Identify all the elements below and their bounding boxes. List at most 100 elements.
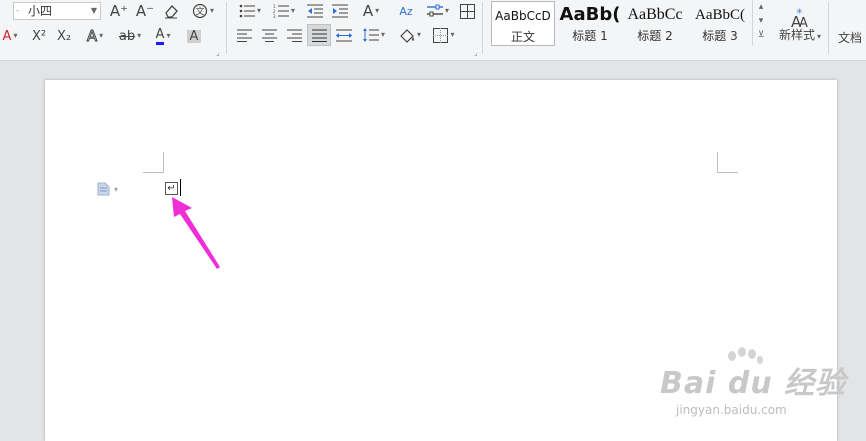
font-size-select[interactable]: - 小四 ▼ [13, 2, 101, 20]
distribute-icon [336, 29, 352, 41]
chevron-down-icon: ▾ [256, 6, 261, 15]
numbered-list-icon: 123 [273, 4, 289, 18]
borders-button[interactable]: ▾ [430, 25, 458, 45]
style-normal[interactable]: AaBbCcD 正文 [491, 1, 555, 46]
style-name: 标题 3 [702, 29, 738, 43]
asian-layout-icon: A [362, 1, 374, 20]
chevron-down-icon: ▾ [416, 30, 421, 39]
baidu-watermark: Bai du 经验 jingyan.baidu.com [660, 346, 860, 426]
font-name-fragment: - [16, 6, 20, 16]
clear-format-button[interactable] [160, 1, 182, 21]
highlight-button[interactable]: ab ▾ [116, 26, 144, 46]
chevron-down-icon: ▾ [450, 30, 455, 39]
show-hide-marks-icon [426, 4, 443, 17]
style-sample: AaBb( [559, 4, 621, 25]
numbering-button[interactable]: 1 2 3 ▾ [270, 1, 298, 21]
paint-bucket-icon [400, 28, 414, 43]
subscript-button[interactable]: X₂ [53, 26, 75, 46]
text-effect-button[interactable]: A ▾ [82, 26, 108, 46]
scroll-up-icon[interactable]: ▴ [753, 0, 769, 14]
align-right-icon [286, 29, 302, 42]
table-grid-icon [459, 3, 475, 19]
justify-icon [311, 29, 327, 42]
phonetic-guide-icon: 文 [192, 3, 208, 19]
table-button[interactable] [457, 1, 477, 21]
superscript-button[interactable]: X² [28, 26, 50, 46]
style-sample: AaBbC( [695, 7, 745, 23]
text-effect-icon: A [86, 26, 98, 45]
divider [482, 2, 483, 54]
distribute-button[interactable] [334, 25, 354, 45]
watermark-url: jingyan.baidu.com [676, 403, 787, 417]
style-heading-3[interactable]: AaBbC( 标题 3 [688, 1, 752, 46]
style-sample: AaBbCc [627, 6, 683, 23]
chevron-down-icon: ▾ [99, 31, 104, 40]
shrink-font-button[interactable]: A⁻ [134, 1, 156, 21]
style-gallery: AaBbCcD 正文 AaBb( 标题 1 AaBbCc 标题 2 AaBbC(… [488, 0, 768, 48]
new-style-icon: AA✳ [791, 7, 808, 29]
line-spacing-button[interactable]: ▾ [360, 25, 388, 45]
style-name: 正文 [510, 30, 535, 44]
font-color-button[interactable]: A ▾ [150, 26, 176, 46]
chevron-down-icon: ▾ [166, 31, 171, 40]
align-center-button[interactable] [259, 25, 279, 45]
indent-icon [332, 4, 348, 18]
chevron-down-icon: ▾ [13, 31, 18, 40]
font-case-button[interactable]: A ▾ [0, 26, 20, 46]
style-sample: AaBbCcD [495, 9, 551, 23]
show-hide-button[interactable]: ▾ [424, 1, 452, 21]
shading-button[interactable]: ▾ [396, 25, 424, 45]
shrink-font-icon: A⁻ [135, 1, 155, 20]
style-name: 标题 2 [637, 29, 673, 43]
char-shading-icon: A [186, 29, 202, 43]
align-right-button[interactable] [284, 25, 304, 45]
chevron-down-icon: ▼ [90, 6, 97, 15]
margin-corner-top-left [143, 152, 164, 173]
margin-corner-top-right [717, 152, 738, 173]
chevron-down-icon: ▾ [817, 32, 822, 41]
grow-font-button[interactable]: A⁺ [108, 1, 130, 21]
doc-tools-label: 文档 [838, 31, 863, 45]
chevron-down-icon: ▾ [444, 6, 449, 15]
decrease-indent-button[interactable] [305, 1, 325, 21]
chevron-down-icon: ▾ [114, 184, 119, 194]
paragraph-layout-button[interactable]: ▾ [97, 181, 127, 197]
asian-layout-button[interactable]: A ▾ [356, 1, 386, 21]
outdent-icon [307, 4, 323, 18]
align-center-icon [261, 29, 277, 42]
char-shading-button[interactable]: A [184, 26, 204, 46]
font-dialog-launcher-icon[interactable]: ⌟ [216, 48, 220, 57]
scroll-down-icon[interactable]: ▾ [753, 14, 769, 28]
sort-button[interactable]: Az [396, 1, 416, 21]
gallery-scroll[interactable]: ▴ ▾ ⊻ [752, 0, 769, 46]
eraser-icon [165, 5, 178, 19]
new-style-label: 新样式 [778, 28, 815, 42]
bullets-button[interactable]: ▾ [236, 1, 264, 21]
line-spacing-icon [362, 28, 379, 42]
borders-icon [433, 27, 449, 43]
new-style-button[interactable]: A A ✳ 新样式 ▾ [778, 2, 822, 46]
watermark-brand: Bai du 经验 [660, 366, 847, 401]
bullet-list-icon [239, 4, 255, 18]
font-color-icon: A [155, 27, 165, 45]
divider [226, 2, 227, 54]
align-left-button[interactable] [234, 25, 254, 45]
doc-tools-button[interactable]: 文档 [838, 28, 866, 48]
chevron-down-icon: ▾ [209, 6, 214, 15]
chevron-down-icon: ▾ [290, 6, 295, 15]
paragraph-dialog-launcher-icon[interactable]: ⌟ [474, 48, 478, 57]
align-left-icon [236, 29, 252, 42]
annotation-arrow [172, 197, 220, 269]
divider [828, 2, 829, 54]
phonetic-guide-button[interactable]: 文 ▾ [188, 1, 218, 21]
svg-text:文: 文 [195, 6, 204, 18]
style-heading-2[interactable]: AaBbCc 标题 2 [623, 1, 687, 46]
style-heading-1[interactable]: AaBb( 标题 1 [558, 1, 622, 46]
font-size-value: 小四 [28, 4, 53, 18]
increase-indent-button[interactable] [330, 1, 350, 21]
paragraph-layout-icon [97, 182, 110, 196]
gallery-expand-icon[interactable]: ⊻ [753, 28, 769, 42]
ribbon-toolbar: - 小四 ▼ A⁺ A⁻ 文 ▾ A ▾ X² X₂ A ▾ ab ▾ A ▾ A ▾ … [0, 0, 866, 61]
chevron-down-icon: ▾ [375, 6, 380, 15]
justify-button[interactable] [307, 24, 331, 46]
